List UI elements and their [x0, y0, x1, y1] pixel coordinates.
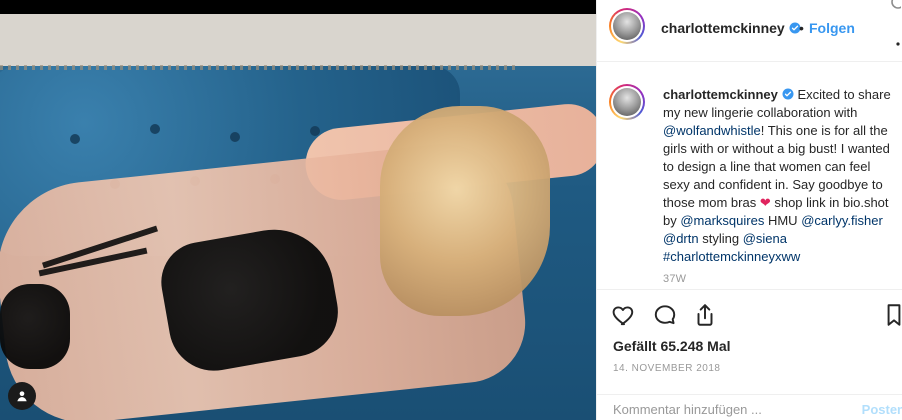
post-caption: charlottemckinney Excited to share my ne… [597, 62, 902, 290]
caption-text: charlottemckinney Excited to share my ne… [663, 86, 895, 288]
photo-sofa-tuft [150, 124, 160, 134]
photo-subject-hair [380, 106, 550, 316]
header-separator: • [799, 20, 804, 36]
post-actions [597, 292, 902, 338]
heart-outline-icon[interactable] [611, 302, 637, 328]
caption-username[interactable]: charlottemckinney [663, 87, 778, 102]
heart-emoji: ❤ [759, 195, 771, 210]
tagged-user-icon[interactable] [8, 382, 36, 410]
photo-lingerie-bottom [0, 284, 70, 369]
share-icon[interactable] [692, 302, 718, 328]
caption-text-segment: HMU [764, 213, 802, 228]
hashtag-link[interactable]: #charlottemckinneyxww [663, 249, 800, 264]
comment-icon[interactable] [652, 302, 678, 328]
post-date: 14. NOVEMBER 2018 [613, 363, 721, 374]
photo-sofa-tuft [230, 132, 240, 142]
photo-sofa-tuft [70, 134, 80, 144]
author-avatar-image [613, 12, 641, 40]
post-sidebar: charlottemckinney • Folgen charlottemcki… [596, 0, 902, 420]
follow-button[interactable]: Folgen [809, 20, 855, 36]
comment-bar: Posten [597, 394, 902, 420]
caption-time: 37W [663, 273, 687, 285]
post-header: charlottemckinney • Folgen [597, 0, 902, 62]
likes-count[interactable]: Gefällt 65.248 Mal [613, 338, 731, 354]
verified-badge-icon [782, 88, 794, 100]
mention-link[interactable]: @siena [743, 231, 787, 246]
post-photo[interactable] [0, 14, 596, 420]
author-username[interactable]: charlottemckinney [661, 20, 801, 36]
comment-input[interactable] [613, 399, 843, 419]
scroll-area[interactable] [896, 0, 902, 420]
caption-author-avatar-image [613, 88, 641, 116]
mention-link[interactable]: @carlyy.fisher [801, 213, 883, 228]
mention-link[interactable]: @wolfandwhistle [663, 123, 761, 138]
author-avatar[interactable] [609, 8, 645, 44]
caption-text-segment: styling [698, 231, 743, 246]
mention-link[interactable]: @drtn [663, 231, 699, 246]
mention-link[interactable]: @marksquires [680, 213, 764, 228]
caption-author-avatar[interactable] [609, 84, 645, 120]
photo-sofa-studs [0, 65, 520, 70]
